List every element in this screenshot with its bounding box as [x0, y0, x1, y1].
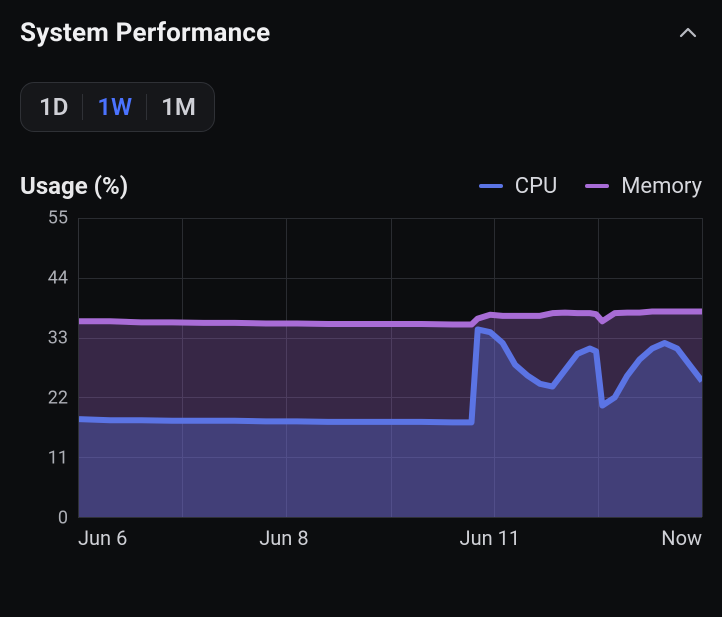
y-tick-label: 11 — [48, 448, 68, 469]
legend-swatch-memory — [585, 184, 609, 188]
x-tick-label: Jun 11 — [460, 526, 521, 550]
y-tick-label: 55 — [48, 208, 68, 229]
range-option-1d[interactable]: 1D — [39, 93, 68, 121]
chevron-up-icon — [678, 23, 698, 43]
legend-item-memory: Memory — [585, 174, 702, 199]
panel-header: System Performance — [20, 18, 702, 48]
panel-title: System Performance — [20, 18, 270, 48]
y-tick-label: 33 — [48, 328, 68, 349]
gridline-vertical — [702, 218, 703, 517]
x-tick-label: Jun 8 — [259, 526, 308, 550]
legend-label: CPU — [515, 174, 557, 199]
system-performance-panel: System Performance 1D 1W 1M Usage (%) CP… — [0, 0, 722, 578]
y-tick-label: 22 — [48, 388, 68, 409]
chart: 01122334455 Jun 6Jun 8Jun 11Now — [20, 218, 702, 558]
legend-item-cpu: CPU — [479, 174, 557, 199]
x-tick-label: Now — [661, 526, 702, 550]
plot-area — [78, 218, 702, 518]
chart-legend: CPU Memory — [479, 174, 702, 199]
legend-label: Memory — [621, 174, 702, 199]
collapse-toggle[interactable] — [674, 19, 702, 47]
chart-title: Usage (%) — [20, 172, 128, 200]
chart-svg — [79, 218, 702, 517]
chart-header-row: Usage (%) CPU Memory — [20, 172, 702, 200]
separator — [82, 94, 83, 120]
range-option-1w[interactable]: 1W — [97, 93, 132, 121]
y-tick-label: 44 — [48, 268, 68, 289]
legend-swatch-cpu — [479, 184, 503, 188]
x-tick-label: Jun 6 — [78, 526, 127, 550]
range-option-1m[interactable]: 1M — [161, 93, 196, 121]
y-tick-label: 0 — [58, 508, 68, 529]
time-range-selector: 1D 1W 1M — [20, 82, 215, 132]
y-axis: 01122334455 — [20, 218, 78, 518]
x-axis: Jun 6 Jun 8 Jun 11 Now — [78, 518, 702, 558]
separator — [146, 94, 147, 120]
